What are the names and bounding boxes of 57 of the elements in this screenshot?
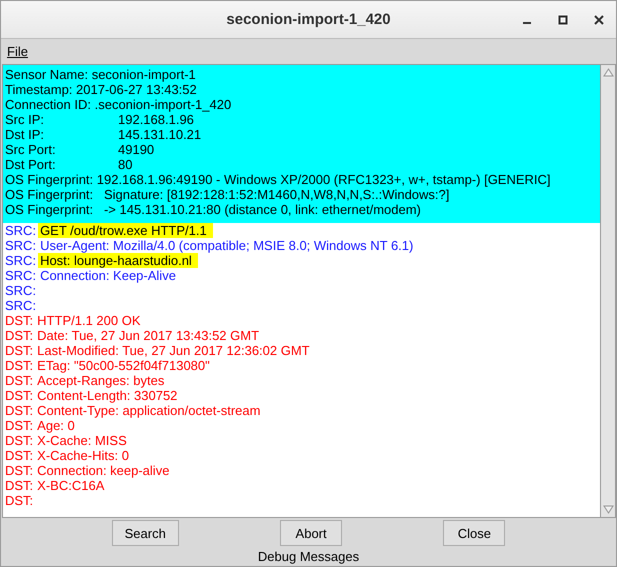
line-prefix: SRC: — [5, 252, 36, 268]
field-label: Src IP: — [5, 112, 46, 127]
line-prefix: DST: — [5, 418, 34, 433]
line-prefix: SRC: — [5, 268, 36, 283]
header-line: OS Fingerprint: -> 145.131.10.21:80 (distance 0, link: ethernet/modem) — [5, 202, 421, 217]
line-prefix: DST: — [5, 432, 34, 448]
header-line: OS Fingerprint: 192.168.1.96:49190 - Windows XP/2000 (RFC1323+, w+, tstamp-) [GENERIC] — [5, 172, 551, 187]
line-text: Content-Type: application/octet-stream — [36, 402, 262, 418]
line-text: Accept-Ranges: bytes — [36, 372, 166, 388]
field-value: 145.131.10.21 — [118, 126, 202, 142]
header-line: Timestamp: 2017-06-27 13:43:52 — [5, 82, 197, 97]
line-text: Age: 0 — [36, 418, 75, 433]
field-value: 192.168.1.96 — [118, 112, 194, 127]
field-label: Dst IP: — [5, 126, 46, 142]
line-text: Last-Modified: Tue, 27 Jun 2017 12:36:02 GMT — [36, 342, 311, 358]
line-text: Host: lounge-haarstudio.nl — [38, 252, 198, 268]
line-prefix: DST: — [5, 448, 34, 463]
header-line: Connection ID: .seconion-import-1_420 — [5, 96, 232, 112]
line-prefix: DST: — [5, 312, 34, 328]
line-text: Date: Tue, 27 Jun 2017 13:43:52 GMT — [36, 328, 260, 343]
line-text: User-Agent: Mozilla/4.0 (compatible; MSIE 8.0; Windows NT 6.1) — [39, 238, 414, 253]
line-prefix: DST: — [5, 342, 34, 358]
line-prefix: DST: — [5, 328, 34, 343]
close-icon[interactable] — [594, 15, 604, 25]
line-text: HTTP/1.1 200 OK — [36, 312, 142, 328]
maximize-icon[interactable] — [558, 15, 568, 25]
status-label: Debug Messages — [256, 548, 360, 566]
header-line: Sensor Name: seconion-import-1 — [5, 66, 196, 82]
field-value: 49190 — [118, 142, 154, 157]
line-text: GET /oud/trow.exe HTTP/1.1 — [38, 222, 213, 238]
line-prefix: DST: — [5, 462, 34, 478]
line-prefix: DST: — [5, 492, 34, 508]
window-title: seconion-import-1_420 — [226, 10, 391, 28]
line-prefix: SRC: — [5, 222, 36, 238]
dialog-button[interactable]: Search — [112, 520, 179, 546]
line-text: X-BC:C16A — [36, 478, 106, 493]
line-prefix: DST: — [5, 372, 34, 388]
line-text: Connection: Keep-Alive — [39, 268, 176, 283]
line-prefix: DST: — [5, 388, 34, 403]
header-line: OS Fingerprint: Signature: [8192:128:1:52:M1460,N,W8,N,N,S:.:Windows:?] — [5, 186, 450, 202]
line-text: X-Cache: MISS — [36, 432, 128, 448]
dialog-button[interactable]: Abort — [280, 520, 342, 546]
line-prefix: DST: — [5, 402, 34, 418]
field-value: 80 — [118, 156, 132, 172]
line-prefix: DST: — [5, 478, 34, 493]
line-text: ETag: "50c00-552f04f713080" — [36, 358, 211, 373]
field-label: Src Port: — [5, 142, 57, 157]
dialog-button[interactable]: Close — [443, 520, 506, 546]
line-prefix: SRC: — [5, 238, 36, 253]
line-text: X-Cache-Hits: 0 — [36, 448, 130, 463]
line-text: Content-Length: 330752 — [36, 388, 178, 403]
field-label: Dst Port: — [5, 156, 57, 172]
line-prefix: SRC: — [5, 282, 36, 298]
line-prefix: SRC: — [5, 298, 36, 313]
line-text: Connection: keep-alive — [36, 462, 170, 478]
menu-item[interactable]: File — [7, 44, 28, 59]
line-prefix: DST: — [5, 358, 34, 373]
